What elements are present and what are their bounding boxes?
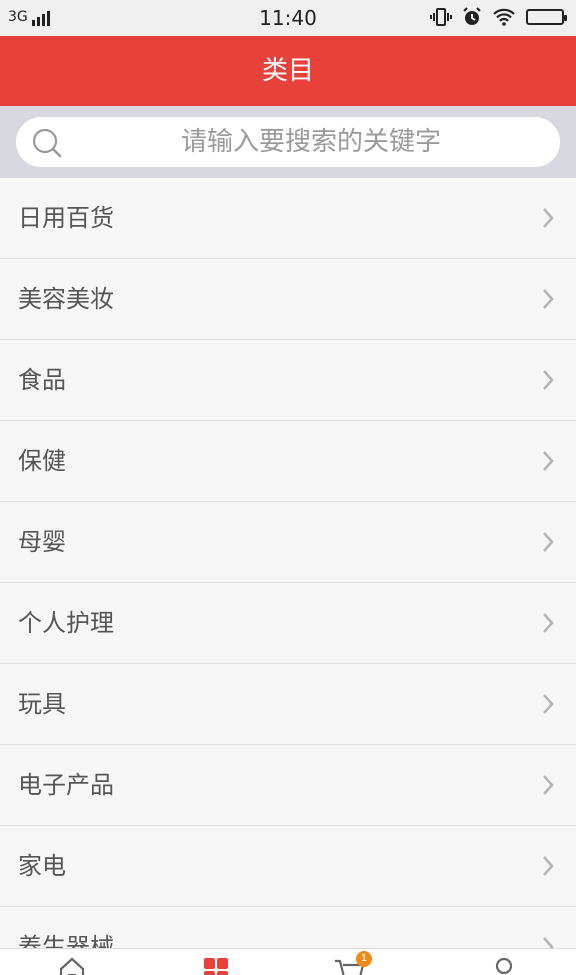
search-icon (30, 127, 64, 163)
category-item[interactable]: 食品 (0, 340, 576, 421)
category-label: 电子产品 (18, 771, 114, 799)
cart-badge: 1 (356, 951, 372, 967)
category-label: 日用百货 (18, 204, 114, 232)
user-icon (484, 955, 524, 975)
chevron-right-icon (542, 855, 554, 881)
category-label: 母婴 (18, 528, 66, 556)
category-label: 个人护理 (18, 609, 114, 637)
chevron-right-icon (542, 936, 554, 948)
category-label: 食品 (18, 366, 66, 394)
category-item[interactable]: 美容美妆 (0, 259, 576, 340)
status-bar: 3G 11:40 (0, 0, 576, 36)
tab-user[interactable] (484, 955, 524, 975)
category-item[interactable]: 玩具 (0, 664, 576, 745)
bottom-tab-bar: 1 (0, 948, 576, 975)
category-label: 保健 (18, 447, 66, 475)
category-item[interactable]: 日用百货 (0, 178, 576, 259)
category-item[interactable]: 家电 (0, 826, 576, 907)
category-label: 养生器械 (18, 933, 114, 948)
category-grid-icon (196, 955, 236, 975)
category-item[interactable]: 养生器械 (0, 907, 576, 948)
chevron-right-icon (542, 693, 554, 719)
search-input[interactable] (76, 117, 546, 167)
wifi-icon (492, 8, 516, 26)
category-item[interactable]: 母婴 (0, 502, 576, 583)
category-label: 玩具 (18, 690, 66, 718)
chevron-right-icon (542, 369, 554, 395)
category-item[interactable]: 电子产品 (0, 745, 576, 826)
category-item[interactable]: 保健 (0, 421, 576, 502)
category-item[interactable]: 个人护理 (0, 583, 576, 664)
status-right (430, 7, 567, 27)
search-bar (0, 106, 576, 178)
tab-home[interactable] (52, 955, 92, 975)
tab-category[interactable] (196, 955, 236, 975)
chevron-right-icon (542, 531, 554, 557)
chevron-right-icon (542, 612, 554, 638)
chevron-right-icon (542, 450, 554, 476)
chevron-right-icon (542, 774, 554, 800)
tab-cart[interactable]: 1 (330, 951, 372, 975)
home-icon (52, 955, 92, 975)
battery-icon (526, 9, 567, 25)
page-title: 类目 (0, 36, 576, 106)
chevron-right-icon (542, 207, 554, 233)
category-label: 美容美妆 (18, 285, 114, 313)
search-box[interactable] (16, 117, 560, 167)
category-list: 日用百货 美容美妆 食品 保健 母婴 个人护理 玩具 电子产品 家电 养生器械 (0, 178, 576, 948)
alarm-icon (462, 7, 482, 27)
chevron-right-icon (542, 288, 554, 314)
category-label: 家电 (18, 852, 66, 880)
vibrate-icon (430, 7, 452, 27)
